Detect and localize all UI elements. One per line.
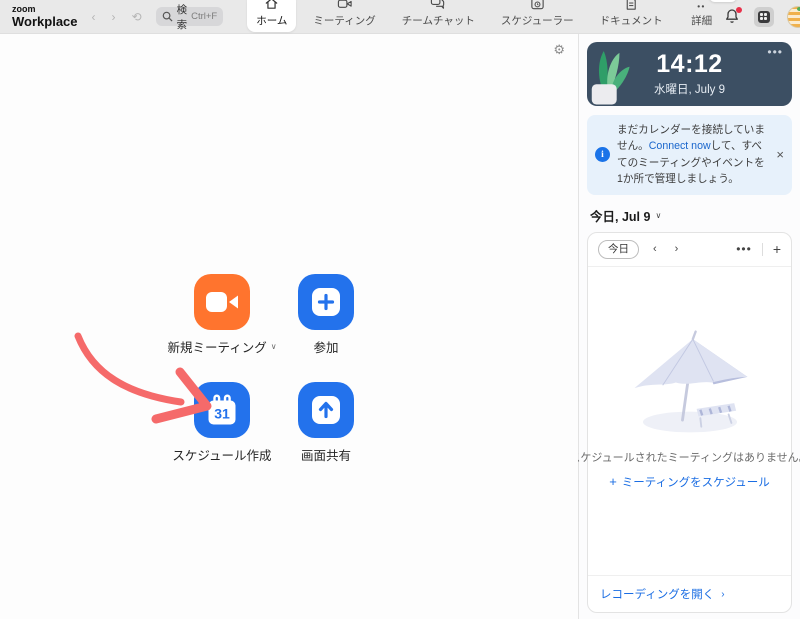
prev-day-icon[interactable]: ‹ — [653, 243, 657, 255]
share-screen-action[interactable]: 画面共有 — [274, 382, 378, 464]
settings-gear-icon[interactable]: ⚙ — [553, 43, 565, 56]
toolbar-more-icon[interactable]: ••• — [736, 242, 752, 256]
tab-label: スケジューラー — [501, 13, 574, 28]
logo-workplace: Workplace — [12, 15, 78, 28]
calendar-31-icon: 31 — [207, 394, 237, 426]
new-meeting-action[interactable]: 新規ミーティング ∨ — [170, 274, 274, 356]
schedule-meeting-link-label: ミーティングをスケジュール — [622, 474, 770, 490]
toolbar-divider — [762, 243, 763, 256]
video-camera-icon — [205, 290, 239, 314]
schedule-toolbar: 今日 ‹ › ••• + — [588, 233, 791, 268]
plus-icon — [311, 287, 341, 317]
empty-message: スケジュールされたミーティングはありません。 — [569, 449, 800, 465]
search-icon — [162, 11, 173, 22]
next-day-icon[interactable]: › — [675, 243, 679, 255]
join-action[interactable]: 参加 — [274, 274, 378, 356]
tab-team-chat[interactable]: チームチャット — [393, 0, 484, 32]
chat-icon — [430, 0, 446, 11]
schedule-icon[interactable]: 31 — [194, 382, 250, 438]
search-placeholder: 検索 — [177, 2, 188, 32]
banner-close-icon[interactable]: × — [776, 148, 784, 161]
date-header[interactable]: 今日, Jul 9 ∨ — [590, 206, 789, 225]
action-label: スケジュール作成 — [172, 445, 271, 464]
schedule-action[interactable]: 31 スケジュール作成 — [170, 382, 274, 464]
today-button[interactable]: 今日 — [598, 240, 639, 260]
clock-date: 水曜日, July 9 — [654, 81, 725, 97]
new-meeting-icon[interactable] — [194, 274, 250, 330]
beach-umbrella-illustration — [610, 327, 770, 437]
avatar-leaf — [797, 7, 800, 11]
tab-label: チームチャット — [402, 13, 475, 28]
recordings-footer: レコーディングを開く › — [588, 575, 791, 612]
forward-icon[interactable]: › — [112, 11, 116, 23]
new-badge: NEW — [709, 0, 737, 2]
clock-card: 14:12 水曜日, July 9 ••• — [587, 42, 792, 106]
notification-dot — [736, 7, 742, 13]
more-dots-icon — [694, 0, 709, 11]
search-shortcut: Ctrl+F — [191, 11, 217, 22]
home-side-panel: 14:12 水曜日, July 9 ••• i まだカレンダーを接続していません… — [578, 34, 800, 619]
logo-zoom: zoom — [12, 5, 78, 14]
tab-label: ホーム — [256, 13, 287, 28]
calendar-connect-banner: i まだカレンダーを接続していません。Connect nowして、すべてのミーテ… — [587, 115, 792, 195]
chevron-down-icon: ∨ — [655, 211, 661, 220]
apps-launcher-icon[interactable] — [754, 7, 774, 27]
add-meeting-icon[interactable]: + — [773, 242, 781, 256]
card-menu-dots-icon[interactable]: ••• — [767, 46, 783, 58]
user-avatar[interactable] — [787, 6, 800, 28]
date-header-label: 今日, Jul 9 — [590, 206, 650, 225]
notifications-bell-icon[interactable] — [724, 8, 741, 25]
search-input[interactable]: 検索 Ctrl+F — [156, 7, 224, 26]
tab-meetings[interactable]: ミーティング — [304, 0, 384, 32]
home-canvas: ⚙ 新規ミーティング ∨ — [0, 34, 578, 619]
tab-label: ドキュメント — [600, 13, 663, 28]
history-icon[interactable]: ⟲ — [132, 11, 142, 23]
schedule-meeting-link[interactable]: + ミーティングをスケジュール — [609, 474, 770, 490]
video-icon — [337, 0, 353, 11]
zoom-workplace-logo: zoom Workplace — [12, 5, 78, 28]
join-icon[interactable] — [298, 274, 354, 330]
main-tabs: ホーム ミーティング チームチャット スケジューラー — [247, 0, 723, 34]
plus-icon: + — [609, 475, 617, 488]
titlebar: zoom Workplace ‹ › ⟲ 検索 Ctrl+F ホーム ミーティン… — [0, 0, 800, 34]
share-screen-icon[interactable] — [298, 382, 354, 438]
schedule-card: 今日 ‹ › ••• + — [587, 232, 792, 613]
home-icon — [264, 0, 279, 11]
titlebar-right: – □ × — [724, 6, 800, 28]
chevron-right-icon: › — [721, 589, 724, 600]
action-label: 参加 — [313, 337, 338, 356]
connect-now-link[interactable]: Connect now — [649, 140, 711, 152]
apps-grid-glyph — [758, 11, 770, 23]
tab-scheduler[interactable]: スケジューラー — [492, 0, 583, 32]
open-recordings-link[interactable]: レコーディングを開く — [600, 586, 714, 602]
tab-docs[interactable]: ドキュメント — [591, 0, 672, 32]
clock-time: 14:12 — [656, 52, 722, 77]
tab-label: 詳細 — [691, 13, 712, 28]
action-label: 画面共有 — [301, 445, 351, 464]
history-nav: ‹ › ⟲ — [92, 11, 142, 23]
quick-actions: 新規ミーティング ∨ 参加 — [170, 274, 378, 464]
tab-more[interactable]: NEW 詳細 — [680, 0, 724, 32]
action-label: 新規ミーティング — [167, 337, 266, 356]
banner-text: まだカレンダーを接続していません。Connect nowして、すべてのミーティン… — [617, 122, 769, 188]
document-icon — [624, 0, 638, 11]
info-icon: i — [595, 147, 610, 162]
tab-home[interactable]: ホーム — [247, 0, 296, 32]
empty-schedule-state: スケジュールされたミーティングはありません。 + ミーティングをスケジュール — [588, 267, 791, 575]
back-icon[interactable]: ‹ — [92, 11, 96, 23]
tab-label: ミーティング — [313, 13, 375, 28]
calendar-day-number: 31 — [214, 406, 230, 422]
up-arrow-icon — [311, 395, 341, 425]
scheduler-icon — [530, 0, 545, 11]
